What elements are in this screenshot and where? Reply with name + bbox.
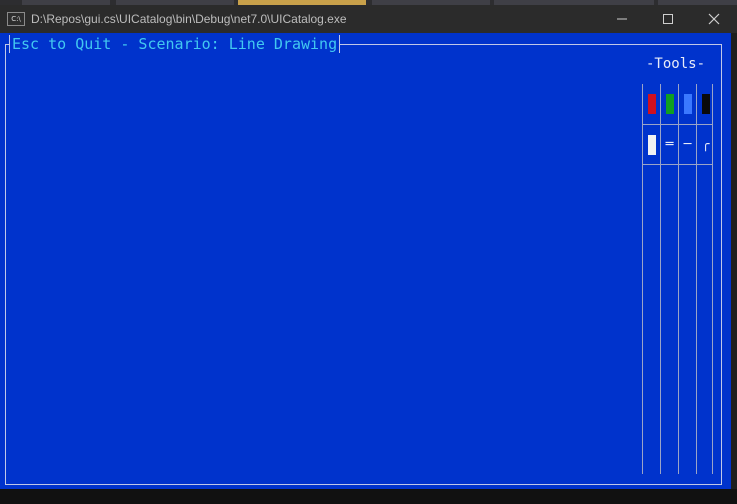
window-edge — [731, 33, 737, 489]
close-icon — [708, 13, 720, 25]
line-style-single[interactable]: ─ — [679, 125, 696, 165]
color-swatch-white[interactable] — [643, 125, 660, 165]
tools-title: -Tools- — [646, 55, 706, 73]
close-button[interactable] — [691, 5, 737, 33]
color-swatch-green[interactable] — [661, 84, 678, 124]
maximize-button[interactable] — [645, 5, 691, 33]
green-swatch-icon — [665, 94, 674, 114]
scenario-title: Esc to Quit - Scenario: Line Drawing — [9, 35, 341, 53]
line-style-double[interactable]: ═ — [661, 125, 678, 165]
app-window: C:\ D:\Repos\gui.cs\UICatalog\bin\Debug\… — [0, 0, 737, 504]
title-bar[interactable]: C:\ D:\Repos\gui.cs\UICatalog\bin\Debug\… — [0, 5, 737, 33]
window-title: D:\Repos\gui.cs\UICatalog\bin\Debug\net7… — [31, 12, 347, 26]
color-swatch-blue[interactable] — [679, 84, 696, 124]
line-style-rounded[interactable]: ╭ — [697, 125, 714, 165]
white-swatch-icon — [647, 135, 656, 155]
tools-panel: ═ ─ ╭ — [642, 84, 714, 474]
double-line-icon: ═ — [665, 137, 674, 152]
blue-swatch-icon — [683, 94, 692, 114]
color-swatch-red[interactable] — [643, 84, 660, 124]
maximize-icon — [663, 14, 673, 24]
color-swatch-black[interactable] — [697, 84, 714, 124]
taskbar-edge — [0, 489, 737, 504]
console-area: Esc to Quit - Scenario: Line Drawing -To… — [0, 33, 731, 489]
console-app-icon: C:\ — [7, 12, 25, 26]
red-swatch-icon — [647, 94, 656, 114]
black-swatch-icon — [701, 94, 710, 114]
minimize-button[interactable] — [599, 5, 645, 33]
single-line-icon: ─ — [683, 137, 692, 152]
scenario-frame — [5, 44, 722, 485]
minimize-icon — [617, 18, 627, 20]
rounded-corner-icon: ╭ — [701, 137, 710, 152]
